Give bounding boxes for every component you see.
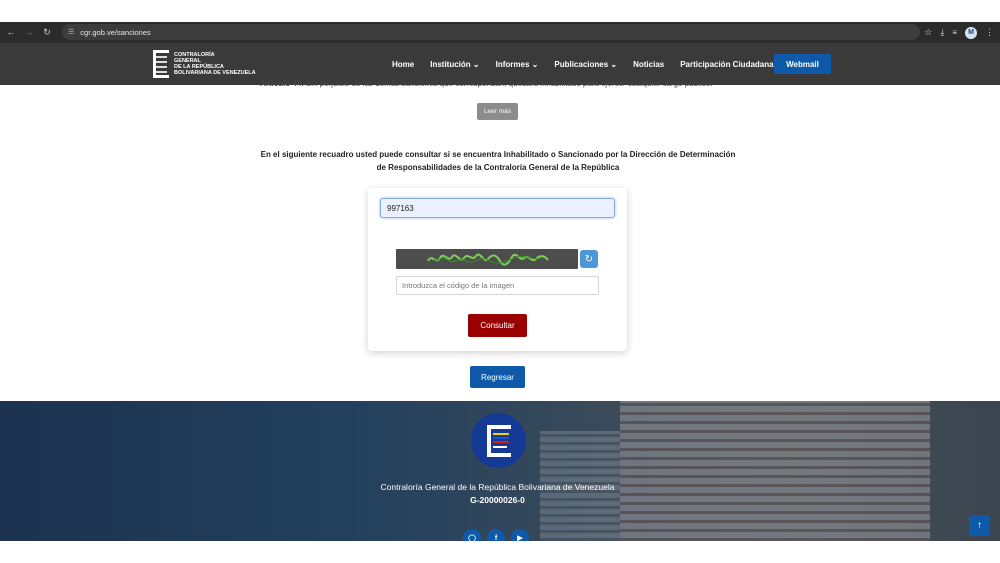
- arrow-up-icon: ↑: [977, 520, 982, 531]
- footer-org-name: Contraloría General de la República Boli…: [380, 482, 615, 492]
- site-footer: Contraloría General de la República Boli…: [0, 401, 1000, 541]
- social-links: ◯ f ▶: [463, 529, 529, 541]
- chevron-down-icon: ⌄: [610, 59, 618, 69]
- youtube-icon[interactable]: ▶: [511, 529, 529, 541]
- back-to-top-button[interactable]: ↑: [969, 515, 990, 536]
- read-more-button[interactable]: Leer más: [477, 103, 518, 120]
- logo-text: CONTRALORÍA GENERAL DE LA REPÚBLICA BOLI…: [174, 52, 256, 76]
- captcha-code-input[interactable]: Introduzca el código de la imagen: [396, 276, 599, 295]
- menu-home[interactable]: Home: [392, 60, 414, 69]
- menu-informes[interactable]: Informes ⌄: [496, 60, 539, 69]
- cgr-emblem-icon: [486, 424, 511, 457]
- captcha-image: [396, 249, 578, 269]
- browser-toolbar: ← → ↻ ☰ cgr.gob.ve/sanciones ☆ ⤓ ≡ M ⋮: [0, 22, 1000, 43]
- captcha-squiggle-icon: [427, 253, 549, 266]
- footer-logo: [471, 413, 526, 468]
- webmail-button[interactable]: Webmail: [774, 54, 831, 74]
- top-margin: [0, 0, 1000, 22]
- download-icon[interactable]: ⤓: [940, 27, 944, 38]
- url-text: cgr.gob.ve/sanciones: [80, 27, 151, 37]
- forward-arrow-icon[interactable]: →: [20, 23, 38, 41]
- reload-icon[interactable]: ↻: [38, 23, 56, 41]
- consultation-card: 997163 ↻ Introduzca el código de la imag…: [368, 188, 627, 351]
- bottom-margin: [0, 541, 1000, 563]
- chevron-down-icon: ⌄: [531, 59, 539, 69]
- footer-rif: G-20000026-0: [470, 495, 525, 505]
- menu-institucion[interactable]: Institución ⌄: [430, 60, 479, 69]
- id-number-input[interactable]: 997163: [380, 198, 615, 218]
- bookmark-star-icon[interactable]: ☆: [924, 27, 932, 38]
- regresar-button[interactable]: Regresar: [470, 366, 525, 388]
- cgr-logo-icon: [153, 50, 169, 78]
- address-bar[interactable]: ☰ cgr.gob.ve/sanciones: [62, 24, 920, 40]
- profile-avatar[interactable]: M: [965, 26, 977, 39]
- back-arrow-icon[interactable]: ←: [2, 23, 20, 41]
- menu-noticias[interactable]: Noticias: [633, 60, 664, 69]
- intro-text: En el siguiente recuadro usted puede con…: [260, 150, 736, 172]
- chevron-down-icon: ⌄: [472, 59, 480, 69]
- site-logo[interactable]: CONTRALORÍA GENERAL DE LA REPÚBLICA BOLI…: [152, 48, 256, 80]
- site-info-icon[interactable]: ☰: [68, 28, 74, 36]
- instagram-icon[interactable]: ◯: [463, 529, 481, 541]
- footer-building-photo: [620, 401, 930, 541]
- reading-list-icon[interactable]: ≡: [952, 28, 957, 37]
- menu-publicaciones[interactable]: Publicaciones ⌄: [554, 60, 617, 69]
- browser-menu-icon[interactable]: ⋮: [985, 27, 994, 38]
- refresh-captcha-icon[interactable]: ↻: [580, 250, 598, 268]
- facebook-icon[interactable]: f: [487, 529, 505, 541]
- consultar-button[interactable]: Consultar: [468, 314, 527, 337]
- article-text: Artículo 44. Sin perjuicio de las demás …: [260, 79, 713, 88]
- menu-participacion[interactable]: Participación Ciudadana ⌄: [680, 60, 782, 69]
